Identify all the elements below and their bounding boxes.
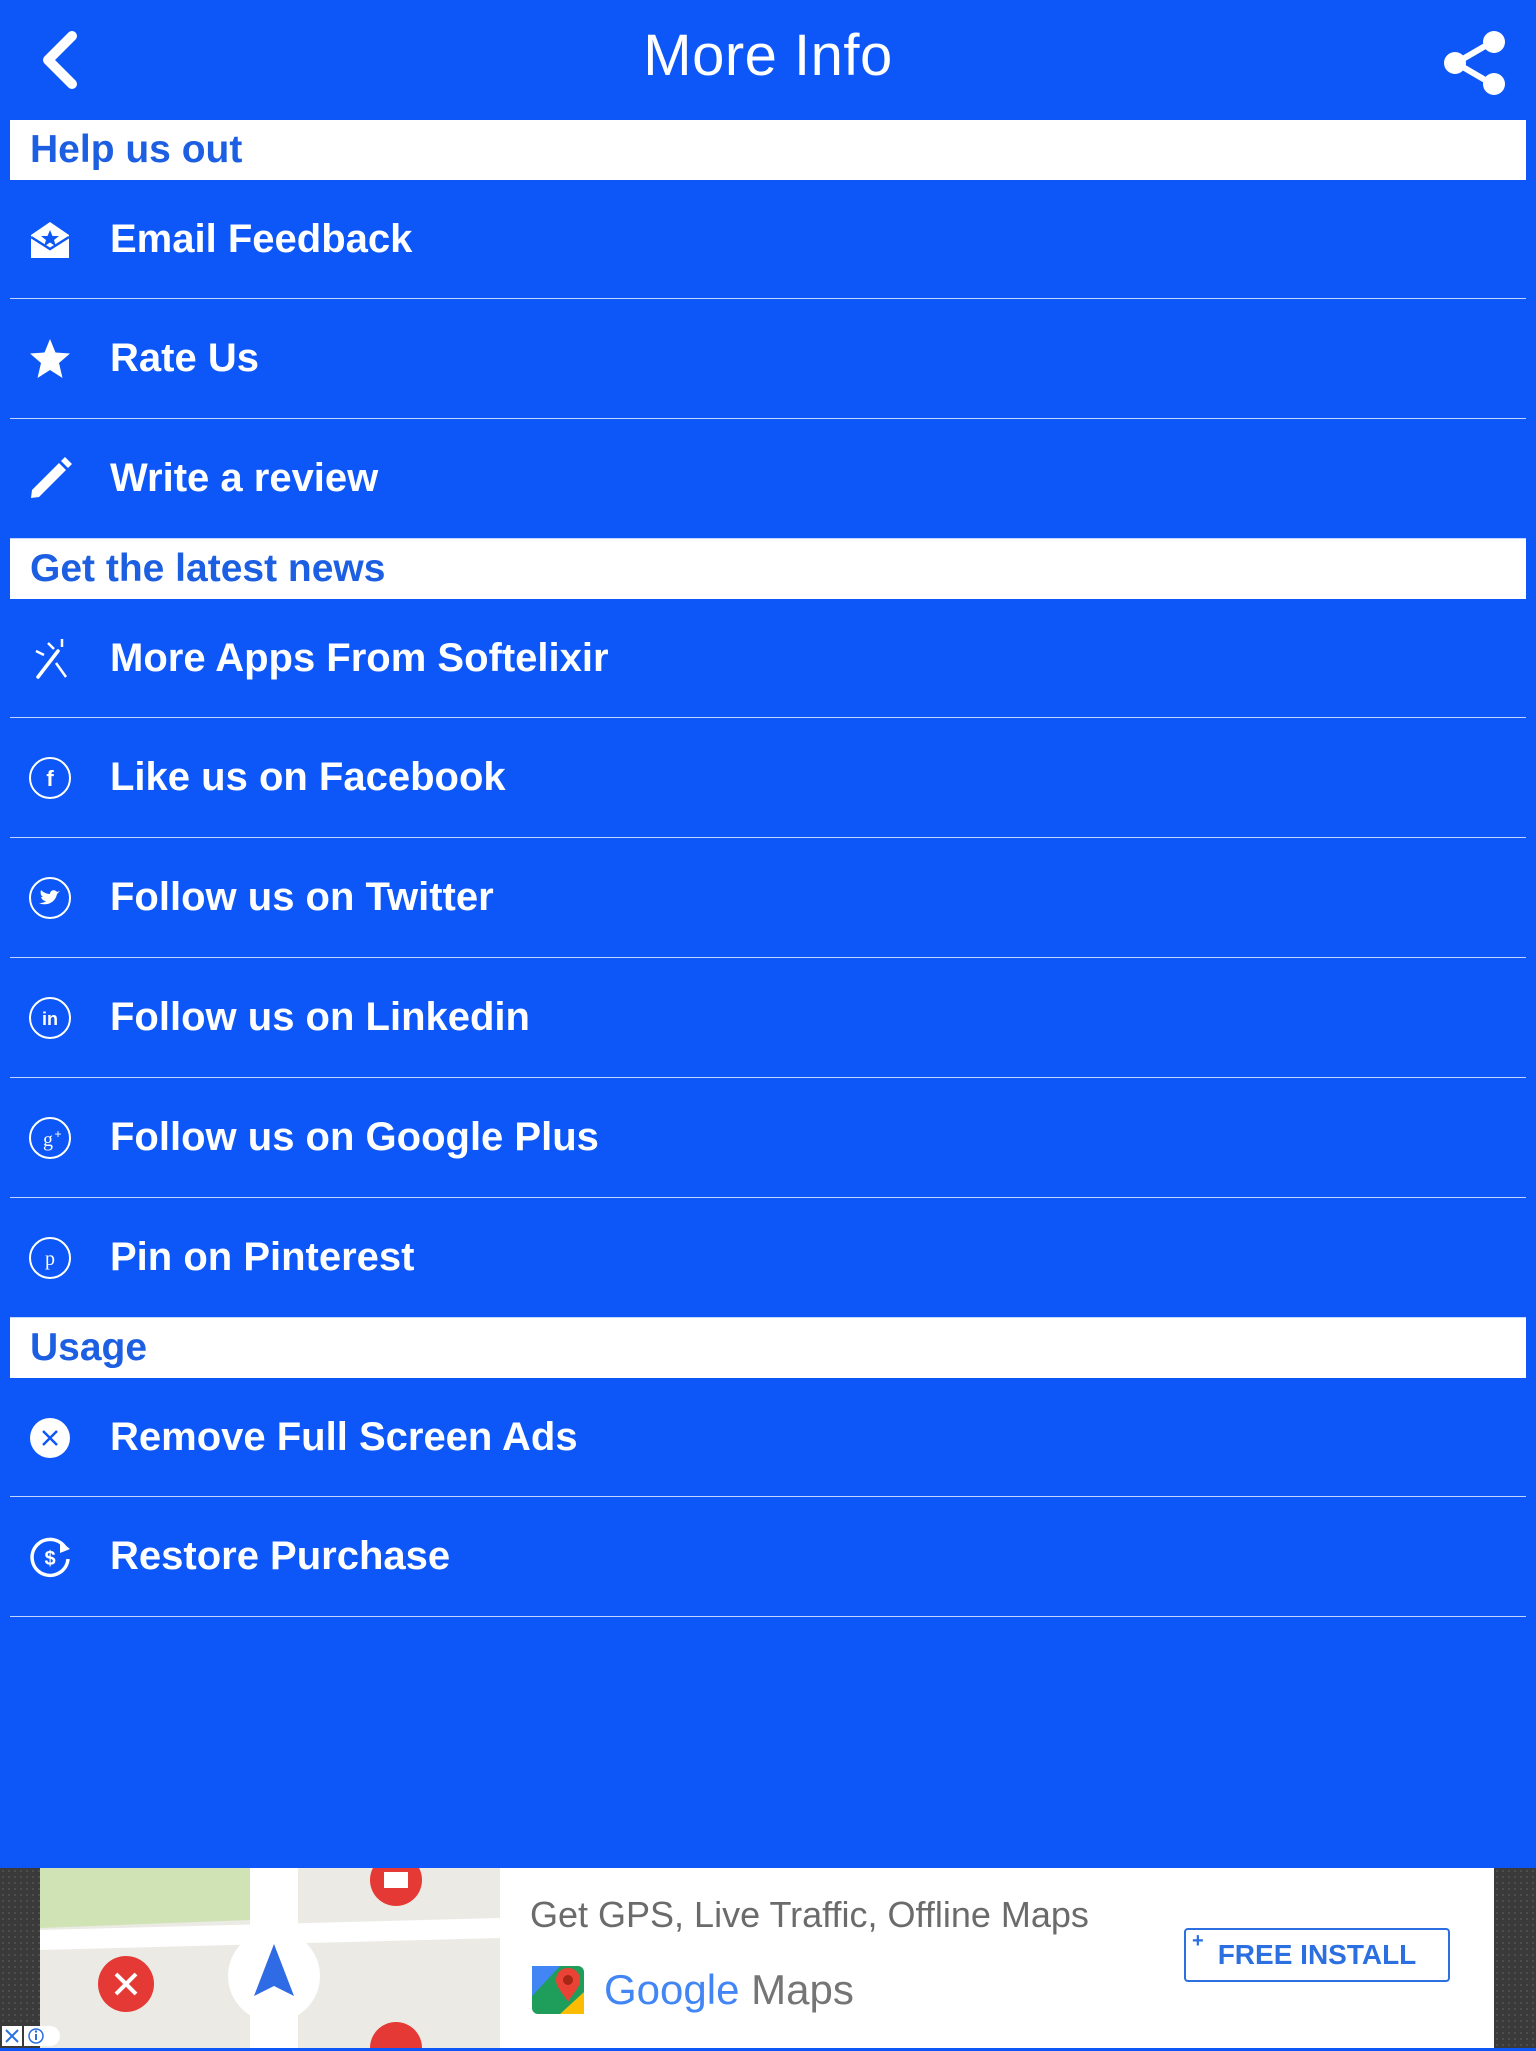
- settings-list: Help us out Email Feedback Rate Us Write…: [10, 120, 1526, 1617]
- svg-text:+: +: [54, 1127, 61, 1141]
- star-icon: [28, 337, 72, 381]
- pinterest-label: Pin on Pinterest: [110, 1235, 415, 1279]
- section-header-help: Help us out: [10, 120, 1526, 180]
- write-review-row[interactable]: Write a review: [10, 419, 1526, 539]
- linkedin-icon: in: [28, 996, 72, 1040]
- section-header-news: Get the latest news: [10, 539, 1526, 599]
- plus-icon: +: [1192, 1930, 1204, 1952]
- ad-brand: Google Maps: [530, 1960, 854, 2020]
- pinterest-row[interactable]: p Pin on Pinterest: [10, 1198, 1526, 1318]
- ad-brand-maps: Maps: [751, 1966, 854, 2013]
- pencil-icon: [28, 457, 72, 501]
- envelope-star-icon: [28, 218, 72, 262]
- ad-banner[interactable]: Get GPS, Live Traffic, Offline Maps Goog…: [0, 1868, 1536, 2048]
- facebook-row[interactable]: f Like us on Facebook: [10, 718, 1526, 838]
- ad-close-icon[interactable]: [2, 2026, 22, 2046]
- magic-wand-icon: [28, 637, 72, 681]
- google-maps-icon: [532, 1966, 584, 2014]
- restore-purchase-label: Restore Purchase: [110, 1534, 451, 1578]
- ad-map-image: [40, 1868, 500, 2048]
- twitter-label: Follow us on Twitter: [110, 875, 494, 919]
- svg-text:in: in: [42, 1009, 58, 1029]
- email-feedback-label: Email Feedback: [110, 217, 413, 261]
- page-title: More Info: [643, 23, 893, 88]
- share-icon[interactable]: [1442, 30, 1508, 96]
- ad-brand-google: Google: [604, 1966, 740, 2013]
- linkedin-row[interactable]: in Follow us on Linkedin: [10, 958, 1526, 1078]
- close-circle-icon: [28, 1416, 72, 1460]
- twitter-row[interactable]: Follow us on Twitter: [10, 838, 1526, 958]
- restore-dollar-icon: $: [28, 1535, 72, 1579]
- svg-text:$: $: [44, 1548, 55, 1570]
- rate-us-label: Rate Us: [110, 336, 259, 380]
- section-header-usage: Usage: [10, 1318, 1526, 1378]
- remove-ads-label: Remove Full Screen Ads: [110, 1415, 578, 1459]
- svg-text:g: g: [43, 1129, 53, 1151]
- pinterest-icon: p: [28, 1236, 72, 1280]
- restore-purchase-row[interactable]: $ Restore Purchase: [10, 1497, 1526, 1617]
- svg-text:p: p: [45, 1248, 55, 1270]
- nav-bar: More Info: [0, 0, 1536, 120]
- google-plus-row[interactable]: g + Follow us on Google Plus: [10, 1078, 1526, 1198]
- ad-headline: Get GPS, Live Traffic, Offline Maps: [530, 1894, 1089, 1935]
- free-install-label: FREE INSTALL: [1217, 1939, 1417, 1970]
- twitter-icon: [28, 876, 72, 920]
- rate-us-row[interactable]: Rate Us: [10, 299, 1526, 419]
- svg-text:f: f: [46, 766, 54, 791]
- free-install-button[interactable]: + FREE INSTALL: [1184, 1928, 1450, 1982]
- email-feedback-row[interactable]: Email Feedback: [10, 180, 1526, 299]
- more-apps-label: More Apps From Softelixir: [110, 636, 609, 680]
- ad-content[interactable]: Get GPS, Live Traffic, Offline Maps Goog…: [500, 1868, 1494, 2048]
- facebook-icon: f: [28, 756, 72, 800]
- ad-info-icon[interactable]: [24, 2026, 60, 2046]
- google-plus-icon: g +: [28, 1116, 72, 1160]
- linkedin-label: Follow us on Linkedin: [110, 995, 530, 1039]
- write-review-label: Write a review: [110, 456, 379, 500]
- more-apps-row[interactable]: More Apps From Softelixir: [10, 599, 1526, 718]
- google-plus-label: Follow us on Google Plus: [110, 1115, 599, 1159]
- remove-ads-row[interactable]: Remove Full Screen Ads: [10, 1378, 1526, 1497]
- facebook-label: Like us on Facebook: [110, 755, 506, 799]
